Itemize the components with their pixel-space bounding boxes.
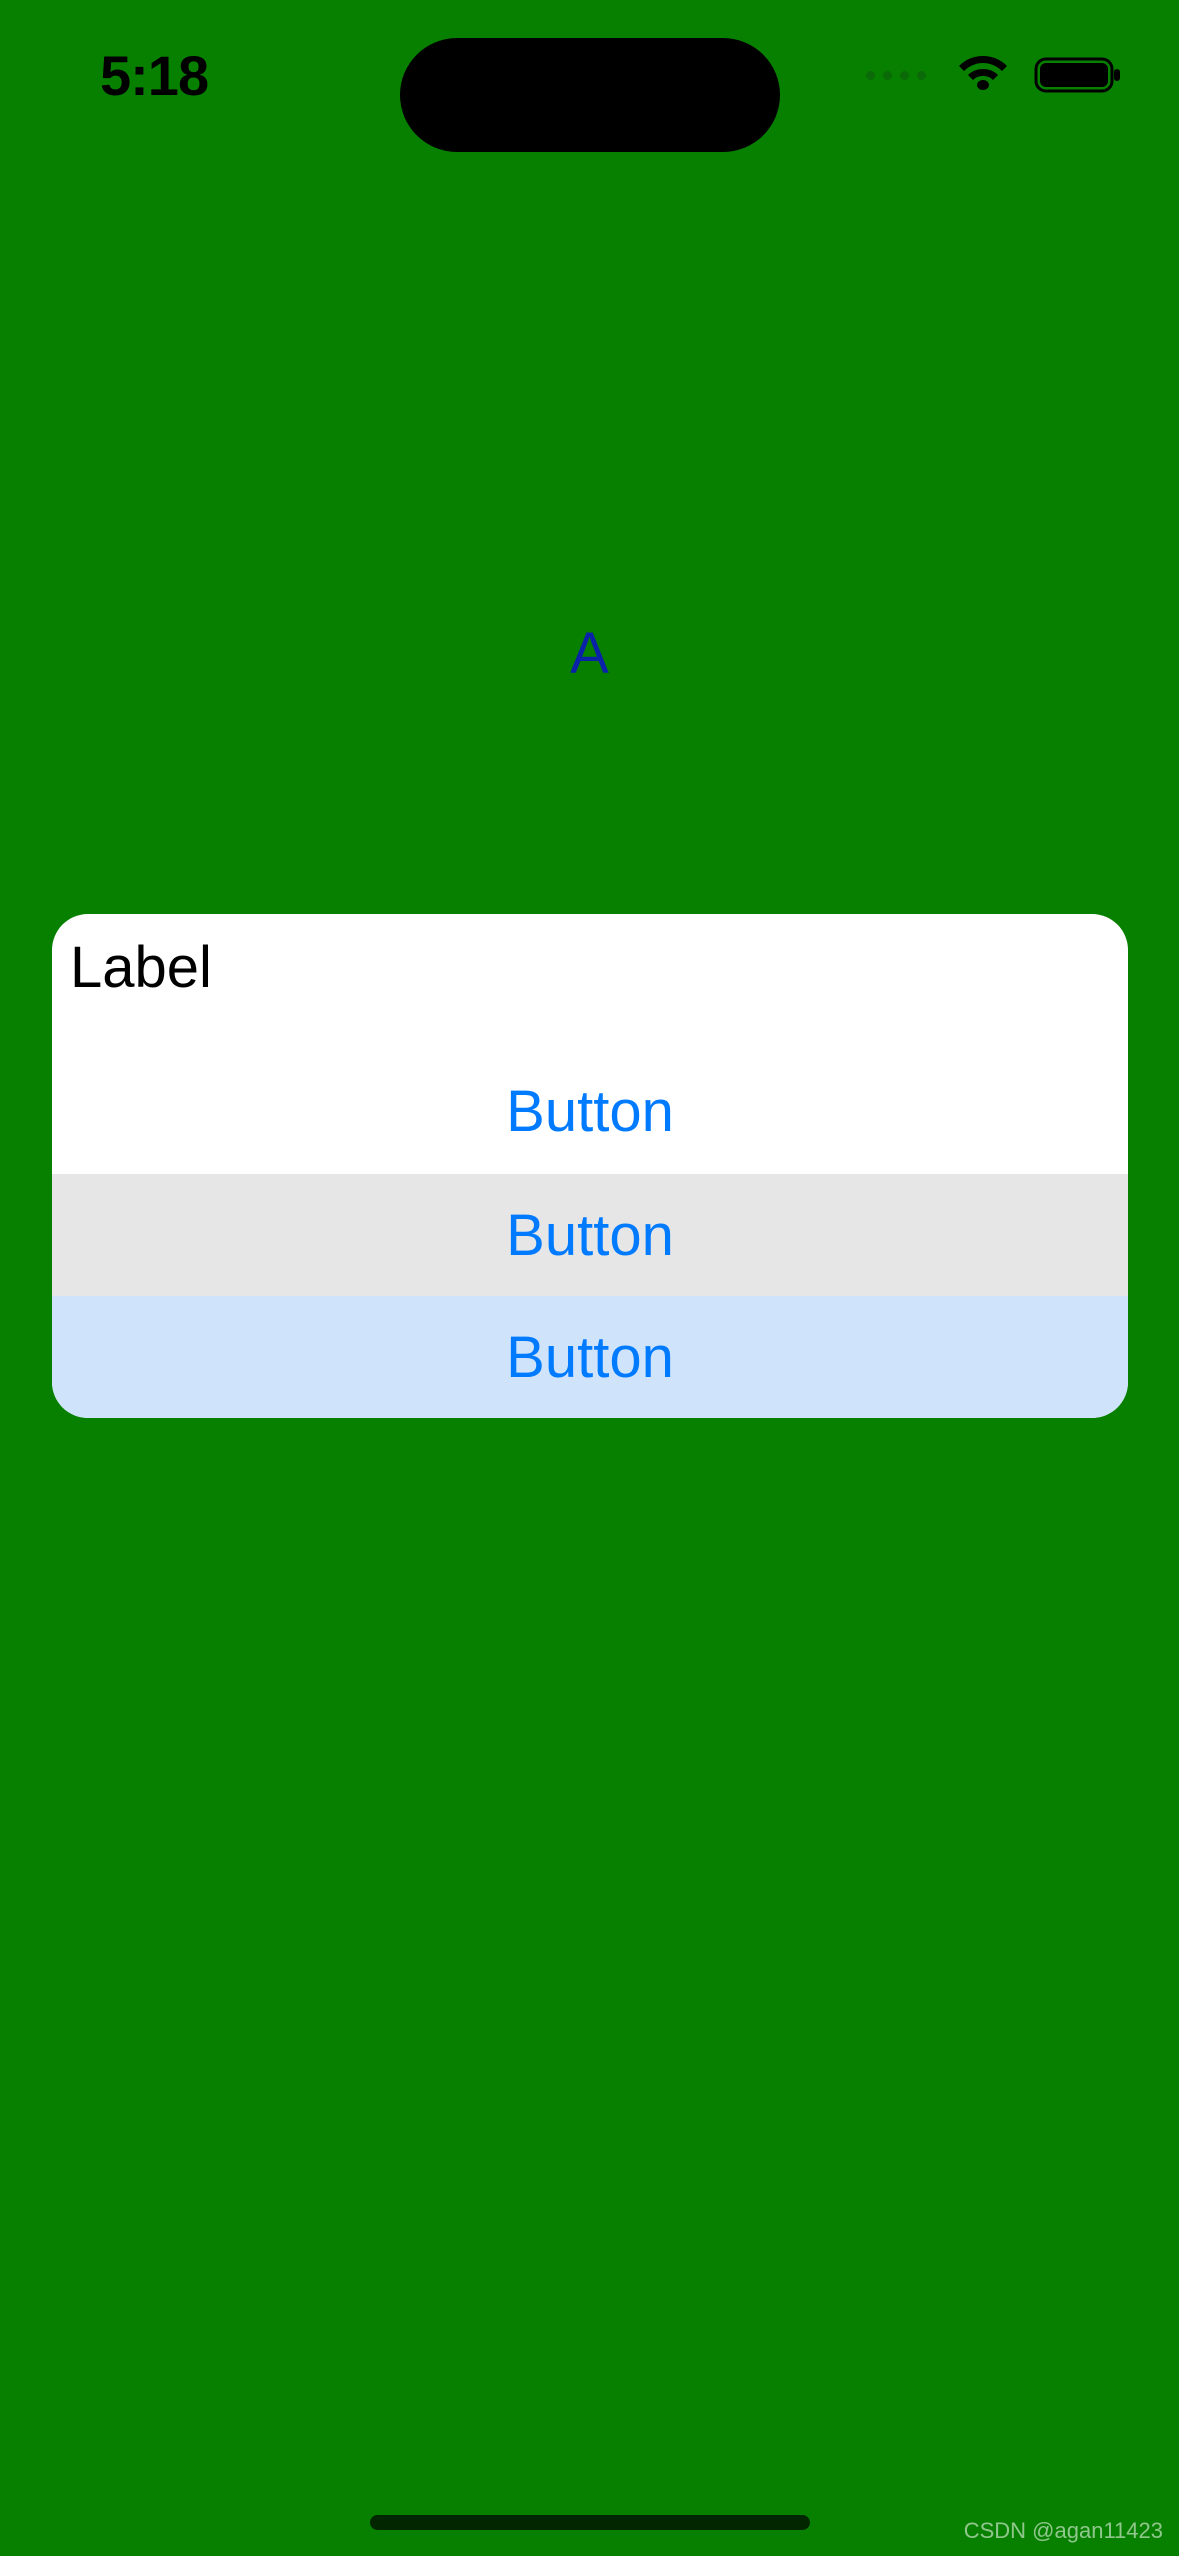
status-right [866, 53, 1124, 97]
status-time: 5:18 [100, 43, 208, 108]
home-indicator[interactable] [370, 2515, 810, 2530]
battery-icon [1034, 53, 1124, 97]
panel-button-2[interactable]: Button [52, 1174, 1128, 1296]
panel-button-3[interactable]: Button [52, 1296, 1128, 1418]
wifi-icon [954, 53, 1012, 97]
signal-dots-icon [866, 71, 926, 80]
panel-label: Label [52, 914, 1128, 1048]
watermark-text: CSDN @agan11423 [964, 2518, 1163, 2544]
panel-button-1[interactable]: Button [52, 1048, 1128, 1174]
letter-a-label: A [570, 620, 609, 687]
dynamic-island [400, 38, 780, 152]
panel-card: Label Button Button Button [52, 914, 1128, 1418]
